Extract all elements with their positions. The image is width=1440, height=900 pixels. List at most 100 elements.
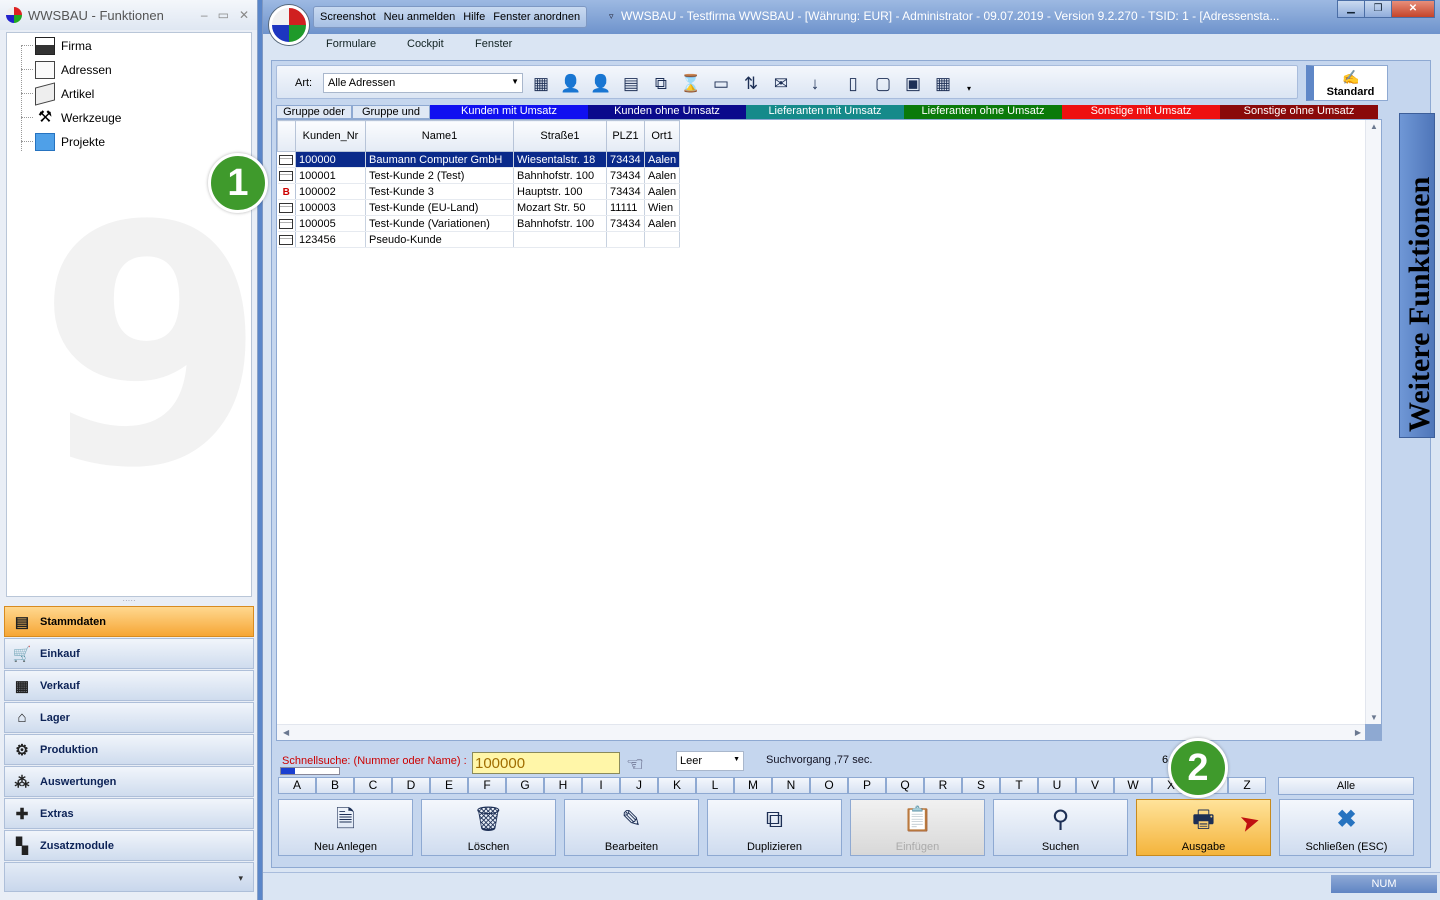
- table-row[interactable]: 100003 Test-Kunde (EU-Land) Mozart Str. …: [277, 199, 681, 216]
- person-icon[interactable]: 👤: [559, 72, 583, 96]
- grid-icon[interactable]: ▦: [931, 72, 955, 96]
- group-lieferanten-ohne-umsatz[interactable]: Lieferanten ohne Umsatz: [904, 105, 1062, 119]
- group-kunden-ohne-umsatz[interactable]: Kunden ohne Umsatz: [588, 105, 746, 119]
- menu-cockpit[interactable]: Cockpit: [407, 38, 444, 50]
- alpha-button-n[interactable]: N: [772, 777, 810, 794]
- qat-fenster-anordnen[interactable]: Fenster anordnen: [493, 11, 580, 23]
- toolbar-overflow-icon[interactable]: ▾: [967, 84, 971, 93]
- vertical-scrollbar[interactable]: ▲ ▼: [1365, 120, 1381, 724]
- alpha-button-t[interactable]: T: [1000, 777, 1038, 794]
- alpha-button-g[interactable]: G: [506, 777, 544, 794]
- stack-icon[interactable]: ⧉: [649, 72, 673, 96]
- table-row[interactable]: B 100002 Test-Kunde 3 Hauptstr. 100 7343…: [277, 183, 681, 200]
- tree-item-firma[interactable]: Firma: [35, 35, 92, 57]
- module-stammdaten[interactable]: ▤ Stammdaten: [4, 606, 254, 637]
- module-einkauf[interactable]: 🛒 Einkauf: [4, 638, 254, 669]
- scroll-left-icon[interactable]: ◀: [283, 728, 289, 737]
- screen-icon[interactable]: ▣: [901, 72, 925, 96]
- column-header-kunden-nr[interactable]: Kunden_Nr: [295, 120, 366, 152]
- pointing-hand-icon[interactable]: ☜: [626, 752, 644, 777]
- list-icon[interactable]: ▤: [619, 72, 643, 96]
- menu-formulare[interactable]: Formulare: [326, 38, 376, 50]
- alpha-button-a[interactable]: A: [278, 777, 316, 794]
- einfuegen-button[interactable]: 📋 Einfügen: [850, 799, 985, 856]
- close-window-button[interactable]: ✕: [1391, 0, 1435, 18]
- scroll-right-icon[interactable]: ▶: [1355, 728, 1361, 737]
- alpha-button-b[interactable]: B: [316, 777, 354, 794]
- hourglass-icon[interactable]: ⌛: [679, 72, 703, 96]
- alpha-button-l[interactable]: L: [696, 777, 734, 794]
- panel-splitter[interactable]: ·····: [6, 597, 252, 605]
- module-list-expander[interactable]: ▾: [4, 862, 254, 892]
- alpha-button-d[interactable]: D: [392, 777, 430, 794]
- person-alt-icon[interactable]: 👤: [589, 72, 613, 96]
- alpha-button-k[interactable]: K: [658, 777, 696, 794]
- alpha-button-w[interactable]: W: [1114, 777, 1152, 794]
- tree-item-projekte[interactable]: Projekte: [35, 131, 105, 153]
- alpha-button-r[interactable]: R: [924, 777, 962, 794]
- alpha-button-p[interactable]: P: [848, 777, 886, 794]
- qat-screenshot[interactable]: Screenshot: [320, 11, 376, 23]
- module-verkauf[interactable]: ▦ Verkauf: [4, 670, 254, 701]
- module-zusatzmodule[interactable]: ▚ Zusatzmodule: [4, 830, 254, 861]
- tree-item-werkzeuge[interactable]: ⚒ Werkzeuge: [35, 107, 122, 129]
- close-button[interactable]: ✕: [239, 8, 249, 22]
- group-lieferanten-mit-umsatz[interactable]: Lieferanten mit Umsatz: [746, 105, 904, 119]
- az-sort-icon[interactable]: ⇅: [739, 72, 763, 96]
- module-lager[interactable]: ⌂ Lager: [4, 702, 254, 733]
- alpha-button-c[interactable]: C: [354, 777, 392, 794]
- table-row[interactable]: 100000 Baumann Computer GmbH Wiesentalst…: [277, 151, 681, 168]
- scroll-up-icon[interactable]: ▲: [1370, 122, 1378, 131]
- module-produktion[interactable]: ⚙ Produktion: [4, 734, 254, 765]
- sort-down-icon[interactable]: ↓: [803, 72, 827, 96]
- alpha-button-e[interactable]: E: [430, 777, 468, 794]
- app-menu-orb[interactable]: [269, 5, 309, 45]
- minimize-button[interactable]: –: [201, 8, 208, 22]
- column-header-strasse1[interactable]: Straße1: [513, 120, 607, 152]
- card-icon[interactable]: ▭: [709, 72, 733, 96]
- suchen-button[interactable]: ⚲ Suchen: [993, 799, 1128, 856]
- module-extras[interactable]: ✚ Extras: [4, 798, 254, 829]
- alpha-button-o[interactable]: O: [810, 777, 848, 794]
- calendar-icon[interactable]: ▦: [529, 72, 553, 96]
- group-und[interactable]: Gruppe und: [352, 105, 430, 119]
- table-row[interactable]: 100005 Test-Kunde (Variationen) Bahnhofs…: [277, 215, 681, 232]
- restore-button[interactable]: ❐: [1364, 0, 1392, 18]
- maximize-button[interactable]: ▭: [218, 8, 229, 22]
- alpha-button-m[interactable]: M: [734, 777, 772, 794]
- alpha-button-s[interactable]: S: [962, 777, 1000, 794]
- table-row[interactable]: 100001 Test-Kunde 2 (Test) Bahnhofstr. 1…: [277, 167, 681, 184]
- minimize-button[interactable]: ▁: [1337, 0, 1365, 18]
- standard-button[interactable]: ✍ Standard: [1306, 65, 1388, 101]
- alpha-button-q[interactable]: Q: [886, 777, 924, 794]
- column-header-plz1[interactable]: PLZ1: [606, 120, 645, 152]
- duplizieren-button[interactable]: ⧉ Duplizieren: [707, 799, 842, 856]
- alpha-button-v[interactable]: V: [1076, 777, 1114, 794]
- loeschen-button[interactable]: 🗑 Löschen: [421, 799, 556, 856]
- alpha-button-i[interactable]: I: [582, 777, 620, 794]
- alpha-button-z[interactable]: Z: [1228, 777, 1266, 794]
- panel-icon[interactable]: ▯: [841, 72, 865, 96]
- alpha-button-u[interactable]: U: [1038, 777, 1076, 794]
- group-sonstige-ohne-umsatz[interactable]: Sonstige ohne Umsatz: [1220, 105, 1378, 119]
- menu-fenster[interactable]: Fenster: [475, 38, 512, 50]
- group-kunden-mit-umsatz[interactable]: Kunden mit Umsatz: [430, 105, 588, 119]
- scroll-down-icon[interactable]: ▼: [1370, 713, 1378, 722]
- window-icon[interactable]: ▢: [871, 72, 895, 96]
- column-header-name1[interactable]: Name1: [365, 120, 514, 152]
- group-sonstige-mit-umsatz[interactable]: Sonstige mit Umsatz: [1062, 105, 1220, 119]
- column-header-ort1[interactable]: Ort1: [643, 120, 681, 152]
- tree-item-adressen[interactable]: Adressen: [35, 59, 112, 81]
- qat-neu-anmelden[interactable]: Neu anmelden: [384, 11, 456, 23]
- empty-filter-select[interactable]: Leer ▼: [676, 751, 744, 771]
- table-row[interactable]: 123456 Pseudo-Kunde: [277, 231, 681, 248]
- alpha-button-h[interactable]: H: [544, 777, 582, 794]
- quick-search-slider[interactable]: [280, 767, 340, 775]
- bearbeiten-button[interactable]: ✎ Bearbeiten: [564, 799, 699, 856]
- schliessen-button[interactable]: ✖ Schließen (ESC): [1279, 799, 1414, 856]
- mail-icon[interactable]: ✉: [769, 72, 793, 96]
- alpha-button-f[interactable]: F: [468, 777, 506, 794]
- weitere-funktionen-panel[interactable]: Weitere Funktionen: [1399, 113, 1436, 438]
- alpha-button-alle[interactable]: Alle: [1278, 777, 1414, 795]
- quick-search-input[interactable]: 100000: [472, 752, 620, 774]
